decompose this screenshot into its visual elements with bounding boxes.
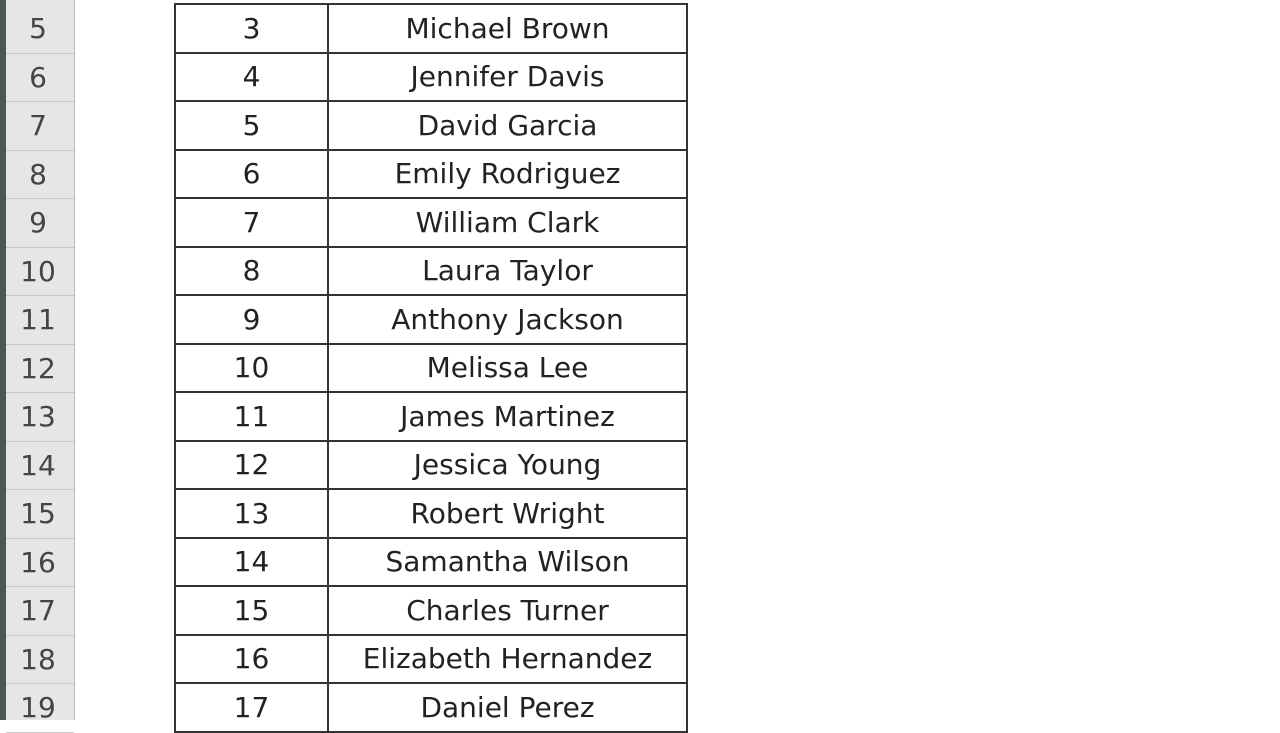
table-row: 4 Jennifer Davis	[174, 53, 688, 102]
row-header[interactable]: 16	[6, 539, 74, 587]
row-header[interactable]: 13	[6, 393, 74, 442]
number-cell[interactable]: 12	[174, 441, 327, 490]
name-cell[interactable]: Robert Wright	[327, 490, 688, 539]
name-cell[interactable]: Jennifer Davis	[327, 53, 688, 102]
number-cell[interactable]: 11	[174, 393, 327, 442]
table-row: 5 David Garcia	[174, 102, 688, 151]
name-cell[interactable]: William Clark	[327, 199, 688, 248]
name-cell[interactable]: Laura Taylor	[327, 247, 688, 296]
row-header[interactable]: 12	[6, 345, 74, 393]
number-cell[interactable]: 16	[174, 635, 327, 684]
table-row: 16 Elizabeth Hernandez	[174, 635, 688, 684]
name-cell[interactable]: Michael Brown	[327, 5, 688, 54]
table-row: 10 Melissa Lee	[174, 344, 688, 393]
number-cell[interactable]: 14	[174, 538, 327, 587]
name-cell[interactable]: Melissa Lee	[327, 344, 688, 393]
row-header[interactable]: 10	[6, 248, 74, 296]
row-header[interactable]: 8	[6, 151, 74, 199]
row-header[interactable]: 17	[6, 587, 74, 636]
table-row: 13 Robert Wright	[174, 490, 688, 539]
row-header[interactable]: 18	[6, 636, 74, 684]
row-headers: 5 6 7 8 9 10 11 12 13 14 15 16 17 18 19	[6, 0, 75, 733]
number-cell[interactable]: 6	[174, 150, 327, 199]
row-header[interactable]: 5	[6, 5, 74, 54]
number-cell[interactable]: 10	[174, 344, 327, 393]
number-cell[interactable]: 17	[174, 684, 327, 733]
number-cell[interactable]: 7	[174, 199, 327, 248]
number-cell[interactable]: 3	[174, 5, 327, 54]
name-cell[interactable]: Daniel Perez	[327, 684, 688, 733]
table-row: 15 Charles Turner	[174, 587, 688, 636]
name-cell[interactable]: James Martinez	[327, 393, 688, 442]
name-cell[interactable]: Elizabeth Hernandez	[327, 635, 688, 684]
table-row: 14 Samantha Wilson	[174, 538, 688, 587]
table-row: 11 James Martinez	[174, 393, 688, 442]
number-cell[interactable]: 13	[174, 490, 327, 539]
table-row: 9 Anthony Jackson	[174, 296, 688, 345]
row-header[interactable]: 6	[6, 54, 74, 102]
number-cell[interactable]: 5	[174, 102, 327, 151]
table-row: 3 Michael Brown	[174, 5, 688, 54]
table-row: 8 Laura Taylor	[174, 247, 688, 296]
row-header[interactable]: 15	[6, 490, 74, 539]
number-cell[interactable]: 4	[174, 53, 327, 102]
name-cell[interactable]: Charles Turner	[327, 587, 688, 636]
row-header[interactable]: 9	[6, 199, 74, 248]
table-row: 6 Emily Rodriguez	[174, 150, 688, 199]
table-row: 12 Jessica Young	[174, 441, 688, 490]
row-header[interactable]: 19	[6, 684, 74, 733]
row-header[interactable]: 7	[6, 102, 74, 151]
number-cell[interactable]: 15	[174, 587, 327, 636]
table-row: 17 Daniel Perez	[174, 684, 688, 733]
name-cell[interactable]: Samantha Wilson	[327, 538, 688, 587]
table-row: 7 William Clark	[174, 199, 688, 248]
number-cell[interactable]: 8	[174, 247, 327, 296]
name-cell[interactable]: Jessica Young	[327, 441, 688, 490]
row-header[interactable]: 11	[6, 296, 74, 345]
number-cell[interactable]: 9	[174, 296, 327, 345]
row-header[interactable]: 14	[6, 442, 74, 490]
name-cell[interactable]: Emily Rodriguez	[327, 150, 688, 199]
name-cell[interactable]: David Garcia	[327, 102, 688, 151]
name-cell[interactable]: Anthony Jackson	[327, 296, 688, 345]
